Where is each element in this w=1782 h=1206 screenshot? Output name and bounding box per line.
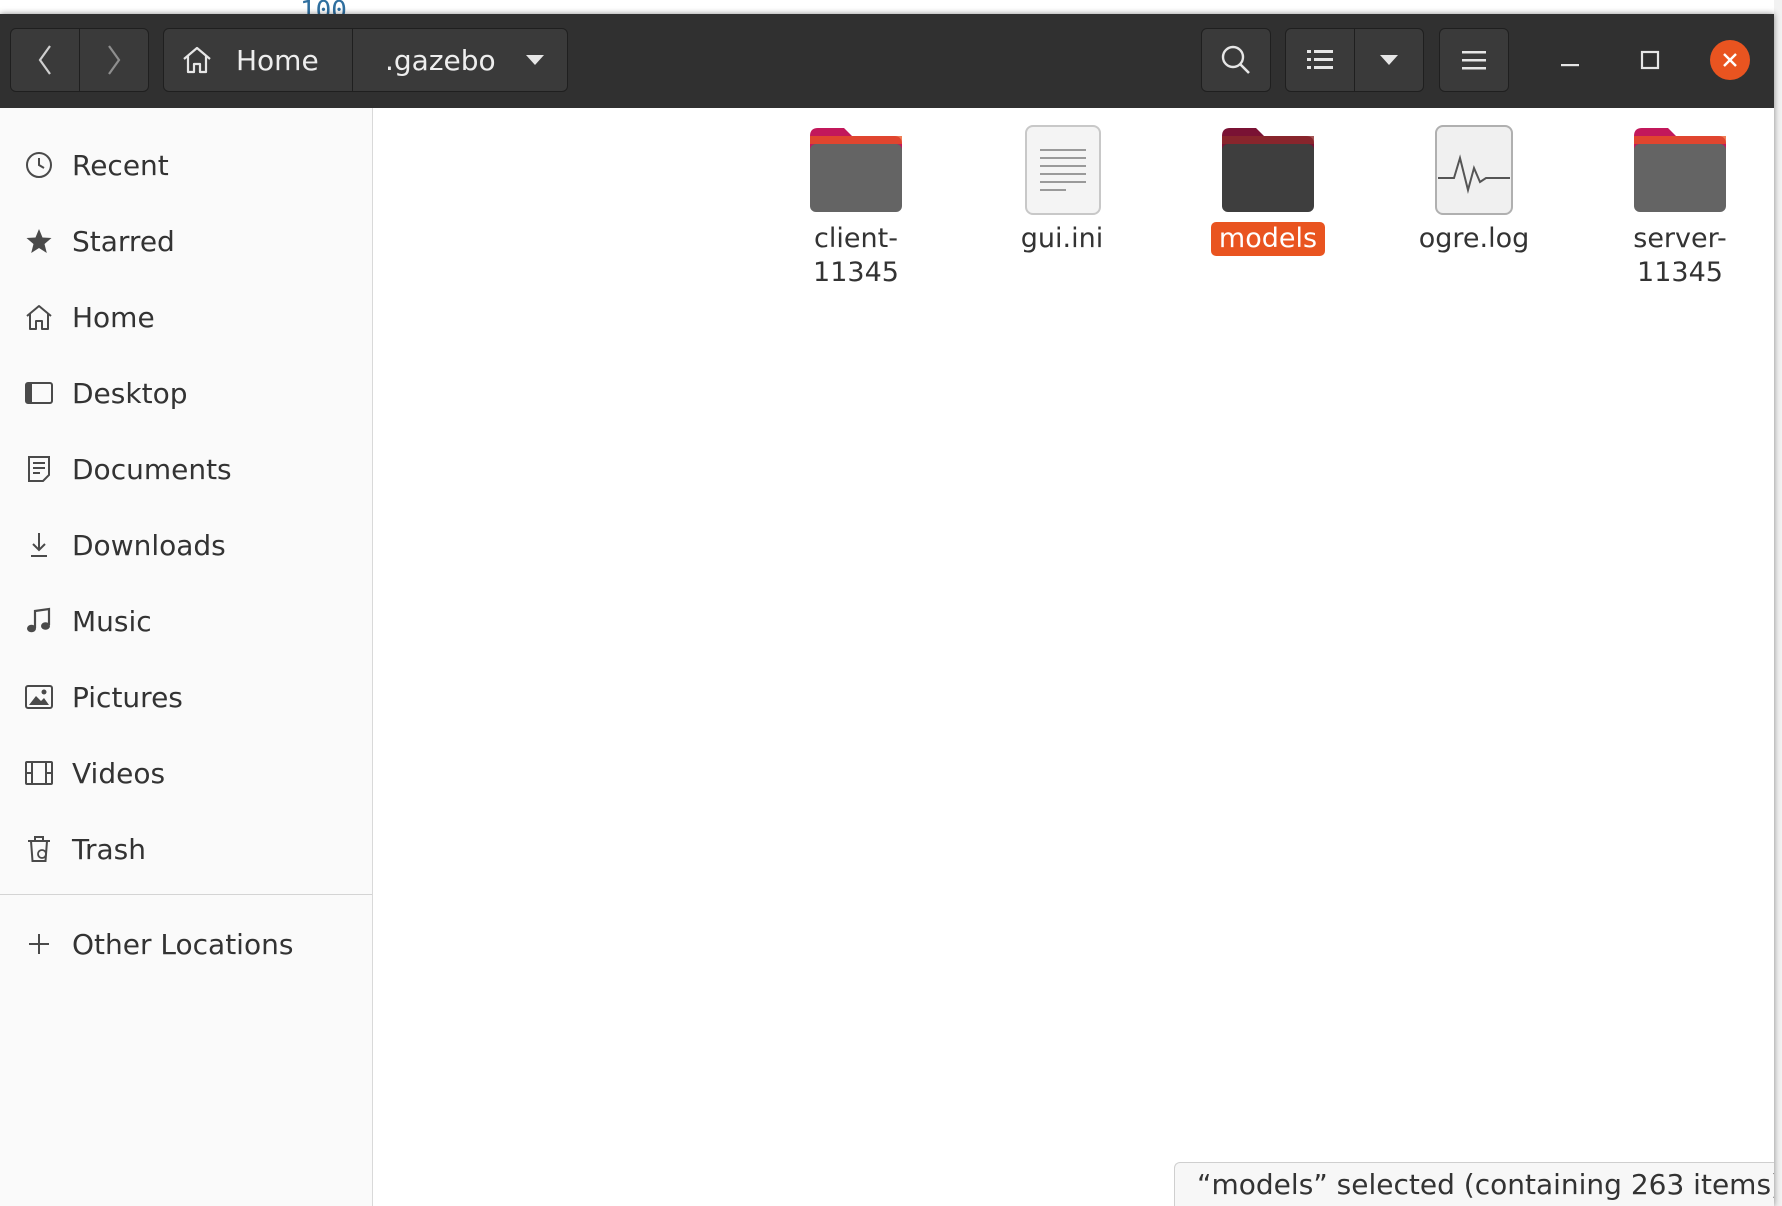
sidebar-item-trash[interactable]: Trash — [0, 819, 372, 879]
sidebar-divider — [0, 894, 372, 895]
file-item-server-11345[interactable]: server- 11345 — [1590, 124, 1770, 290]
chevron-right-icon — [108, 45, 121, 75]
dropdown-arrow-icon — [526, 55, 544, 65]
sidebar-item-documents[interactable]: Documents — [0, 439, 372, 499]
sidebar: Recent Starred Home Desktop Documents Do… — [0, 108, 373, 1206]
sidebar-item-starred[interactable]: Starred — [0, 211, 372, 271]
status-bar: “models” selected (containing 263 items) — [1174, 1162, 1774, 1206]
sidebar-item-recent[interactable]: Recent — [0, 135, 372, 195]
download-icon — [24, 530, 54, 560]
video-icon — [24, 758, 54, 788]
sidebar-item-label: Documents — [72, 452, 232, 486]
sidebar-item-label: Other Locations — [72, 927, 294, 961]
dropdown-arrow-icon — [1380, 55, 1398, 65]
sidebar-item-label: Trash — [72, 832, 146, 866]
text-file-icon — [1014, 124, 1110, 216]
file-item-gui-ini[interactable]: gui.ini — [972, 124, 1152, 256]
sidebar-item-home[interactable]: Home — [0, 287, 372, 347]
background-window-edge — [1774, 0, 1782, 1206]
desktop-icon — [24, 378, 54, 408]
sidebar-item-label: Music — [72, 604, 152, 638]
home-icon — [24, 302, 54, 332]
picture-icon — [24, 682, 54, 712]
breadcrumb-current-label: .gazebo — [385, 43, 496, 77]
file-name: gui.ini — [1020, 223, 1104, 254]
sidebar-item-downloads[interactable]: Downloads — [0, 515, 372, 575]
file-manager-window: Home .gazebo Recent Starred Home Desktop… — [0, 14, 1774, 1206]
plus-icon — [24, 929, 54, 959]
sidebar-item-pictures[interactable]: Pictures — [0, 667, 372, 727]
file-name: models — [1210, 222, 1326, 256]
trash-icon — [24, 834, 54, 864]
file-item-ogre-log[interactable]: ogre.log — [1384, 124, 1564, 256]
file-name: client- 11345 — [813, 223, 899, 288]
sidebar-item-label: Downloads — [72, 528, 226, 562]
file-name: ogre.log — [1418, 223, 1530, 254]
folder-icon — [1220, 124, 1316, 216]
minimize-button[interactable] — [1550, 40, 1590, 80]
breadcrumb-home-label: Home — [236, 43, 319, 77]
sidebar-item-label: Recent — [72, 148, 169, 182]
breadcrumb-current[interactable]: .gazebo — [352, 28, 568, 92]
view-toggle-button[interactable] — [1285, 28, 1355, 92]
minimize-icon — [1561, 64, 1579, 67]
hamburger-menu-icon — [1462, 51, 1486, 70]
search-button[interactable] — [1201, 28, 1271, 92]
search-icon — [1221, 45, 1250, 74]
close-button[interactable] — [1710, 40, 1750, 80]
folder-icon — [1632, 124, 1728, 216]
close-icon — [1723, 53, 1737, 67]
breadcrumb-home[interactable]: Home — [163, 28, 353, 92]
file-item-client-11345[interactable]: client- 11345 — [766, 124, 946, 290]
music-icon — [24, 606, 54, 636]
sidebar-item-desktop[interactable]: Desktop — [0, 363, 372, 423]
forward-button[interactable] — [79, 28, 149, 92]
file-name: server- 11345 — [1633, 223, 1727, 288]
log-file-icon — [1426, 124, 1522, 216]
document-icon — [24, 454, 54, 484]
sidebar-item-label: Starred — [72, 224, 175, 258]
folder-icon — [808, 124, 904, 216]
main-menu-button[interactable] — [1439, 28, 1509, 92]
sidebar-item-videos[interactable]: Videos — [0, 743, 372, 803]
sidebar-item-label: Home — [72, 300, 155, 334]
sidebar-item-music[interactable]: Music — [0, 591, 372, 651]
chevron-left-icon — [38, 45, 51, 75]
sidebar-item-other-locations[interactable]: Other Locations — [0, 914, 372, 974]
sidebar-item-label: Pictures — [72, 680, 183, 714]
clock-icon — [24, 150, 54, 180]
star-icon — [24, 226, 54, 256]
list-view-icon — [1307, 50, 1333, 69]
status-text: “models” selected (containing 263 items) — [1197, 1168, 1774, 1201]
sidebar-item-label: Videos — [72, 756, 166, 790]
file-icon-view[interactable]: client- 11345 gui.ini models ogre.log ser — [373, 108, 1774, 1206]
maximize-icon — [1640, 50, 1660, 70]
header-bar: Home .gazebo — [0, 14, 1774, 109]
maximize-button[interactable] — [1630, 40, 1670, 80]
home-icon — [183, 46, 211, 74]
back-button[interactable] — [10, 28, 80, 92]
file-item-models[interactable]: models — [1178, 124, 1358, 256]
sidebar-item-label: Desktop — [72, 376, 188, 410]
view-options-button[interactable] — [1354, 28, 1424, 92]
